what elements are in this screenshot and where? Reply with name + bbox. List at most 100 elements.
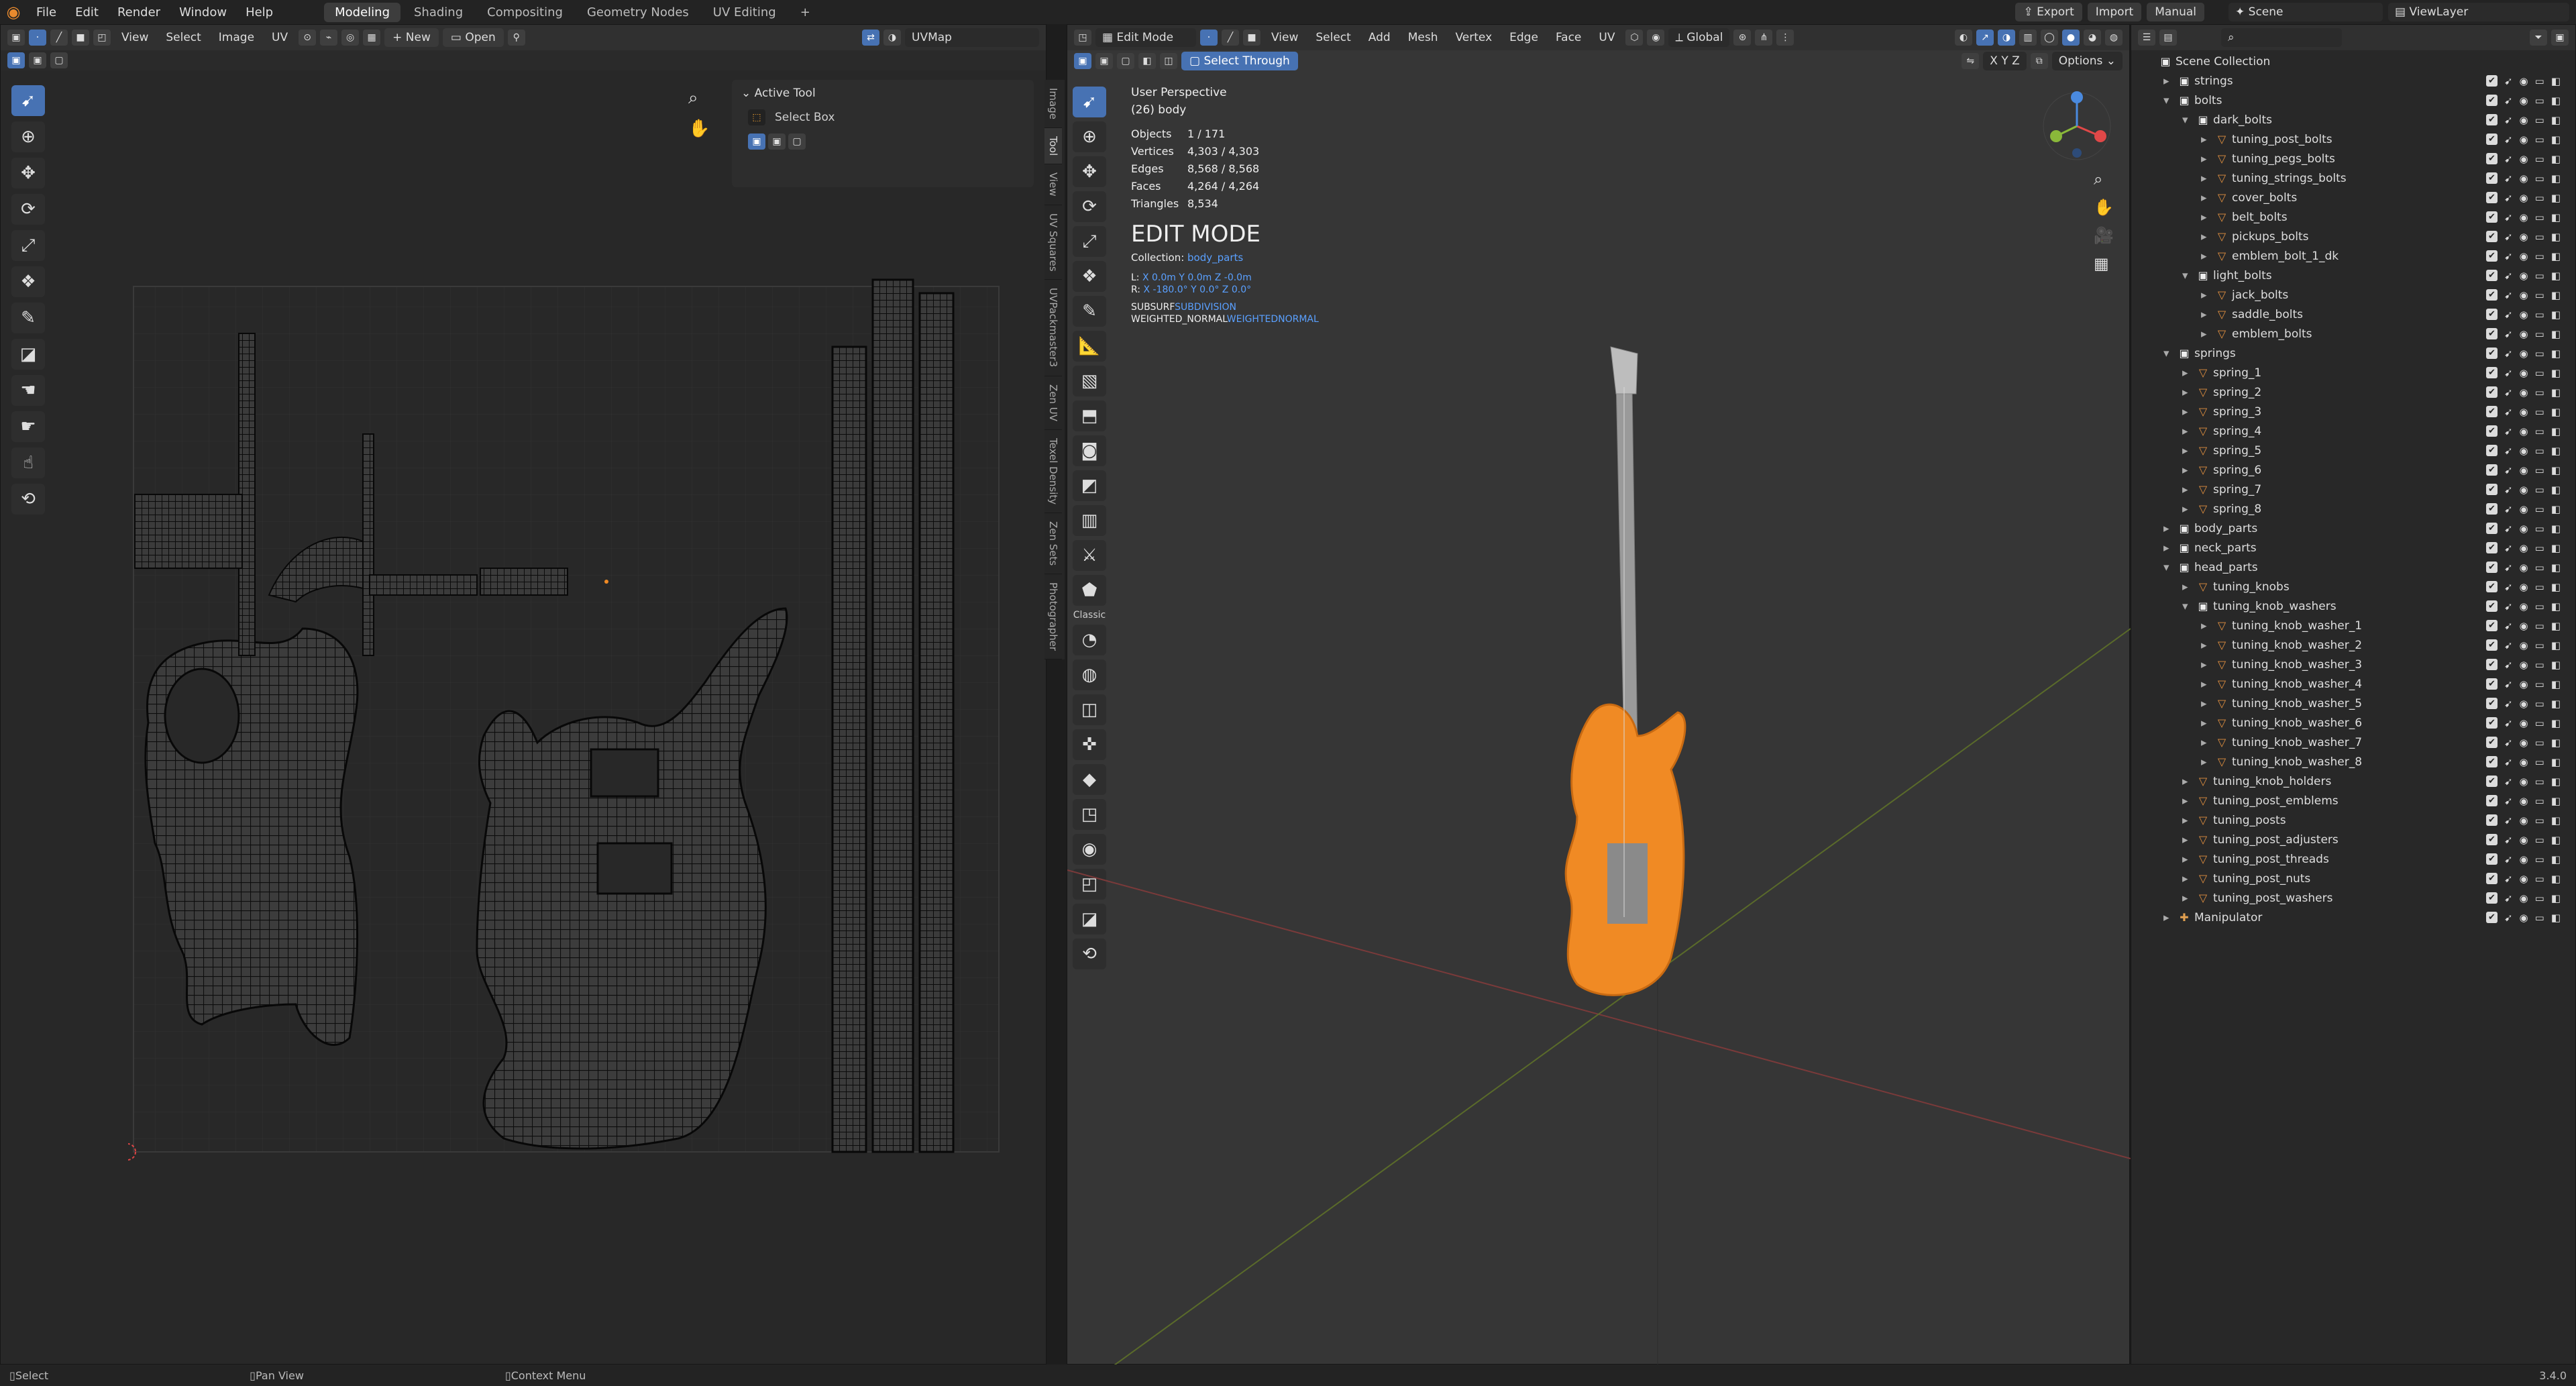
- expand-arrow-icon[interactable]: ▸: [2201, 250, 2212, 263]
- selectable-icon[interactable]: ➹: [2504, 912, 2513, 924]
- outliner-row[interactable]: ▸ ▽ tuning_knob_washer_8 ✔ ➹ ◉ ▭ ◧: [2131, 752, 2574, 771]
- viewport-disable-icon[interactable]: ▭: [2535, 250, 2544, 262]
- exclude-checkbox-icon[interactable]: ✔: [2485, 541, 2498, 553]
- eye-icon[interactable]: ◉: [2520, 756, 2528, 768]
- viewport-disable-icon[interactable]: ▭: [2535, 503, 2544, 515]
- exclude-checkbox-icon[interactable]: ✔: [2485, 327, 2498, 339]
- render-camera-icon[interactable]: ◧: [2551, 289, 2561, 301]
- selectable-icon[interactable]: ➹: [2504, 639, 2513, 651]
- mode-subtract-icon[interactable]: ▢: [788, 134, 806, 150]
- viewport-disable-icon[interactable]: ▭: [2535, 95, 2544, 107]
- outliner-row[interactable]: ▸ ▽ tuning_post_adjusters ✔ ➹ ◉ ▭ ◧: [2131, 830, 2574, 849]
- outliner-row[interactable]: ▸ ▣ neck_parts ✔ ➹ ◉ ▭ ◧: [2131, 538, 2574, 557]
- outliner-row[interactable]: ▸ ▽ tuning_knob_washer_5 ✔ ➹ ◉ ▭ ◧: [2131, 694, 2574, 713]
- outliner-row[interactable]: ▣ Scene Collection: [2131, 52, 2574, 71]
- eye-icon[interactable]: ◉: [2520, 348, 2528, 360]
- blender-logo-icon[interactable]: ◉: [0, 0, 27, 24]
- outliner-row[interactable]: ▸ ▽ tuning_post_emblems ✔ ➹ ◉ ▭ ◧: [2131, 791, 2574, 810]
- eye-icon[interactable]: ◉: [2520, 289, 2528, 301]
- tab-uv-editing[interactable]: UV Editing: [702, 3, 787, 22]
- exclude-checkbox-icon[interactable]: ✔: [2485, 833, 2498, 845]
- render-camera-icon[interactable]: ◧: [2551, 523, 2561, 535]
- viewport-disable-icon[interactable]: ▭: [2535, 542, 2544, 554]
- outliner-row[interactable]: ▸ ▽ tuning_post_nuts ✔ ➹ ◉ ▭ ◧: [2131, 869, 2574, 888]
- visibility-icon[interactable]: ◐: [1955, 30, 1972, 46]
- expand-arrow-icon[interactable]: ▸: [2182, 580, 2193, 594]
- viewport-disable-icon[interactable]: ▭: [2535, 776, 2544, 788]
- exclude-checkbox-icon[interactable]: ✔: [2485, 386, 2498, 398]
- viewport-editor-type-icon[interactable]: ◳: [1074, 30, 1091, 46]
- open-image-button[interactable]: ▭ Open: [442, 28, 504, 47]
- exclude-checkbox-icon[interactable]: ✔: [2485, 211, 2498, 223]
- tab-uv-squares[interactable]: UV Squares: [1044, 205, 1062, 280]
- select-mode-vertex-icon[interactable]: ·: [29, 30, 46, 46]
- eye-icon[interactable]: ◉: [2520, 503, 2528, 515]
- selectable-icon[interactable]: ➹: [2504, 386, 2513, 398]
- vp-zoom-icon[interactable]: ⌕: [2094, 170, 2114, 189]
- eye-icon[interactable]: ◉: [2520, 717, 2528, 729]
- viewport-disable-icon[interactable]: ▭: [2535, 717, 2544, 729]
- outliner-row[interactable]: ▸ ▽ spring_4 ✔ ➹ ◉ ▭ ◧: [2131, 421, 2574, 441]
- select-box-tool-icon[interactable]: ➹: [11, 85, 45, 116]
- expand-arrow-icon[interactable]: ▸: [2182, 425, 2193, 438]
- viewport-disable-icon[interactable]: ▭: [2535, 309, 2544, 321]
- outliner-row[interactable]: ▾ ▣ dark_bolts ✔ ➹ ◉ ▭ ◧: [2131, 110, 2574, 129]
- expand-arrow-icon[interactable]: ▸: [2182, 892, 2193, 905]
- filter-icon[interactable]: ⏷: [2530, 30, 2547, 46]
- outliner-search-field[interactable]: ⌕: [2221, 28, 2342, 47]
- expand-arrow-icon[interactable]: ▸: [2201, 619, 2212, 633]
- expand-arrow-icon[interactable]: ▸: [2182, 814, 2193, 827]
- mode-set-icon[interactable]: ▣: [748, 134, 765, 150]
- exclude-checkbox-icon[interactable]: ✔: [2485, 561, 2498, 573]
- vp-menu-face[interactable]: Face: [1549, 31, 1588, 44]
- expand-arrow-icon[interactable]: ▸: [2201, 327, 2212, 341]
- uv-menu-view[interactable]: View: [115, 31, 155, 44]
- uv-island-neck-2[interactable]: [871, 278, 914, 1153]
- selectable-icon[interactable]: ➹: [2504, 717, 2513, 729]
- proportional-icon[interactable]: ◉: [1647, 30, 1665, 46]
- viewport-disable-icon[interactable]: ▭: [2535, 134, 2544, 146]
- exclude-checkbox-icon[interactable]: ✔: [2485, 775, 2498, 787]
- exclude-checkbox-icon[interactable]: ✔: [2485, 464, 2498, 476]
- expand-arrow-icon[interactable]: ▸: [2182, 386, 2193, 399]
- selectable-icon[interactable]: ➹: [2504, 659, 2513, 671]
- viewport-disable-icon[interactable]: ▭: [2535, 425, 2544, 437]
- outliner-row[interactable]: ▸ ▣ strings ✔ ➹ ◉ ▭ ◧: [2131, 71, 2574, 91]
- selectable-icon[interactable]: ➹: [2504, 172, 2513, 184]
- exclude-checkbox-icon[interactable]: ✔: [2485, 94, 2498, 106]
- expand-arrow-icon[interactable]: ▸: [2201, 152, 2212, 166]
- selectable-icon[interactable]: ➹: [2504, 231, 2513, 243]
- outliner-row[interactable]: ▸ ▽ tuning_knob_washer_2 ✔ ➹ ◉ ▭ ◧: [2131, 635, 2574, 655]
- render-camera-icon[interactable]: ◧: [2551, 406, 2561, 418]
- viewport-disable-icon[interactable]: ▭: [2535, 795, 2544, 807]
- outliner-row[interactable]: ▸ ▽ saddle_bolts ✔ ➹ ◉ ▭ ◧: [2131, 305, 2574, 324]
- render-camera-icon[interactable]: ◧: [2551, 464, 2561, 476]
- render-camera-icon[interactable]: ◧: [2551, 678, 2561, 690]
- image-browse-icon[interactable]: ▦: [363, 30, 381, 46]
- tab-uvpackmaster[interactable]: UVPackmaster3: [1044, 280, 1062, 376]
- outliner-row[interactable]: ▾ ▣ springs ✔ ➹ ◉ ▭ ◧: [2131, 343, 2574, 363]
- viewport-disable-icon[interactable]: ▭: [2535, 737, 2544, 749]
- eye-icon[interactable]: ◉: [2520, 445, 2528, 457]
- selectable-icon[interactable]: ➹: [2504, 95, 2513, 107]
- exclude-checkbox-icon[interactable]: ✔: [2485, 600, 2498, 612]
- viewport-disable-icon[interactable]: ▭: [2535, 892, 2544, 904]
- viewport-disable-icon[interactable]: ▭: [2535, 562, 2544, 574]
- exclude-checkbox-icon[interactable]: ✔: [2485, 483, 2498, 495]
- rip-tool-icon[interactable]: ◪: [11, 339, 45, 370]
- eye-icon[interactable]: ◉: [2520, 231, 2528, 243]
- outliner-row[interactable]: ▸ ▽ tuning_strings_bolts ✔ ➹ ◉ ▭ ◧: [2131, 168, 2574, 188]
- render-camera-icon[interactable]: ◧: [2551, 153, 2561, 165]
- viewport-disable-icon[interactable]: ▭: [2535, 678, 2544, 690]
- overlay-icon[interactable]: ◑: [883, 30, 901, 46]
- outliner-row[interactable]: ▸ ▽ cover_bolts ✔ ➹ ◉ ▭ ◧: [2131, 188, 2574, 207]
- viewport-disable-icon[interactable]: ▭: [2535, 523, 2544, 535]
- eye-icon[interactable]: ◉: [2520, 211, 2528, 223]
- viewport-disable-icon[interactable]: ▭: [2535, 406, 2544, 418]
- render-camera-icon[interactable]: ◧: [2551, 912, 2561, 924]
- exclude-checkbox-icon[interactable]: ✔: [2485, 814, 2498, 826]
- render-camera-icon[interactable]: ◧: [2551, 484, 2561, 496]
- viewport-disable-icon[interactable]: ▭: [2535, 464, 2544, 476]
- tab-view[interactable]: View: [1044, 164, 1062, 205]
- tab-image[interactable]: Image: [1044, 80, 1062, 128]
